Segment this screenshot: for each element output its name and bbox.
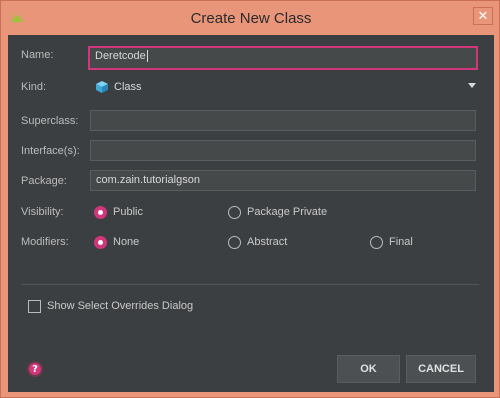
name-input[interactable]: Deretcode xyxy=(88,46,478,70)
visibility-public-radio[interactable]: Public xyxy=(94,199,143,225)
separator xyxy=(21,284,479,285)
modifiers-final-radio[interactable]: Final xyxy=(370,229,413,255)
title-bar: Create New Class ✕ xyxy=(1,1,500,35)
window-title: Create New Class xyxy=(190,9,312,27)
kind-row: Kind: Class xyxy=(8,74,494,100)
show-overrides-label: Show Select Overrides Dialog xyxy=(47,300,194,312)
android-icon xyxy=(11,12,23,22)
modifiers-row: Modifiers: None Abstract Final xyxy=(8,229,494,255)
package-label: Package: xyxy=(21,175,67,187)
close-button[interactable]: ✕ xyxy=(473,7,493,25)
modifiers-final-label: Final xyxy=(389,236,413,248)
modifiers-label: Modifiers: xyxy=(21,236,69,248)
radio-unselected-icon xyxy=(228,205,241,219)
show-overrides-checkbox[interactable] xyxy=(28,299,41,313)
ok-button[interactable]: OK xyxy=(337,355,400,383)
kind-label: Kind: xyxy=(21,81,47,93)
help-icon[interactable]: ? xyxy=(27,361,43,377)
superclass-label: Superclass: xyxy=(21,115,79,127)
kind-value: Class xyxy=(114,81,142,93)
create-class-dialog: Name: Deretcode Kind: Class Superclass: … xyxy=(8,35,494,392)
visibility-row: Visibility: Public Package Private xyxy=(8,199,494,225)
radio-unselected-icon xyxy=(228,235,241,249)
name-row: Name: Deretcode xyxy=(8,39,494,71)
visibility-public-label: Public xyxy=(113,206,143,218)
visibility-label: Visibility: xyxy=(21,206,64,218)
interfaces-input[interactable] xyxy=(90,140,476,161)
superclass-row: Superclass: xyxy=(8,108,494,134)
radio-selected-icon xyxy=(94,205,107,219)
show-overrides-checkbox-row[interactable]: Show Select Overrides Dialog xyxy=(28,297,193,315)
modifiers-abstract-label: Abstract xyxy=(247,236,288,248)
visibility-package-private-radio[interactable]: Package Private xyxy=(228,199,327,225)
superclass-input[interactable] xyxy=(90,110,476,131)
interfaces-row: Interface(s): xyxy=(8,138,494,164)
close-icon: ✕ xyxy=(477,8,489,24)
radio-selected-icon xyxy=(94,235,107,249)
name-label: Name: xyxy=(21,49,54,61)
chevron-down-icon[interactable] xyxy=(468,83,476,88)
modifiers-none-radio[interactable]: None xyxy=(94,229,139,255)
radio-unselected-icon xyxy=(370,235,383,249)
dialog-window-frame: Create New Class ✕ Name: Deretcode Kind:… xyxy=(0,0,500,398)
modifiers-abstract-radio[interactable]: Abstract xyxy=(228,229,287,255)
interfaces-label: Interface(s): xyxy=(21,145,80,157)
text-caret xyxy=(146,50,148,63)
modifiers-none-label: None xyxy=(113,236,140,248)
name-input-value: Deretcode xyxy=(95,50,146,62)
help-glyph: ? xyxy=(32,363,38,375)
class-cube-icon xyxy=(96,81,108,93)
visibility-package-private-label: Package Private xyxy=(247,206,328,218)
package-row: Package: com.zain.tutorialgson xyxy=(8,168,494,194)
kind-dropdown[interactable]: Class xyxy=(90,74,476,100)
package-input[interactable]: com.zain.tutorialgson xyxy=(90,170,476,191)
cancel-button[interactable]: CANCEL xyxy=(406,355,476,383)
